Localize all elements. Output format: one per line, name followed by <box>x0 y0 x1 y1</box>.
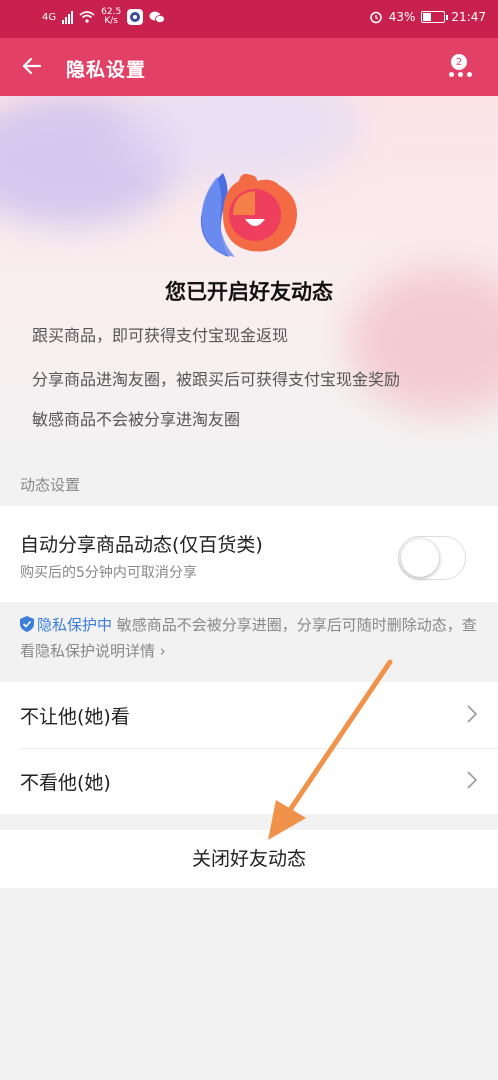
toggle-knob <box>401 539 439 577</box>
wifi-icon <box>79 11 95 23</box>
notification-badge: 2 <box>450 53 468 71</box>
battery-icon <box>421 11 449 23</box>
close-friends-feed-button[interactable]: 关闭好友动态 <box>0 830 498 888</box>
more-dots-icon <box>449 72 472 77</box>
network-speed: 62.5 K/s <box>101 8 121 26</box>
list-item-label: 不看他(她) <box>20 772 111 794</box>
status-bar: 4G 62.5 K/s 43% 21:47 <box>0 0 498 38</box>
app-bar: 隐私设置 2 <box>0 38 498 96</box>
status-right: 43% 21:47 <box>369 10 486 24</box>
battery-percent: 43% <box>388 10 416 24</box>
list-item-hide-their[interactable]: 不看他(她) <box>0 748 498 814</box>
hero-benefit-line: 分享商品进淘友圈，被跟买后可获得支付宝现金奖励 <box>32 370 401 389</box>
clock: 21:47 <box>451 10 486 24</box>
auto-share-title: 自动分享商品动态(仅百货类) <box>20 534 263 556</box>
list-item-hide-from[interactable]: 不让他(她)看 <box>0 682 498 748</box>
status-left: 4G 62.5 K/s <box>42 8 166 26</box>
hero-benefit-line: 跟买商品，即可获得支付宝现金返现 <box>32 326 289 345</box>
divider <box>20 748 498 749</box>
visibility-settings-list: 不让他(她)看 不看他(她) <box>0 682 498 814</box>
network-type: 4G <box>42 11 57 23</box>
more-menu-button[interactable]: 2 <box>449 48 484 82</box>
page-title: 隐私设置 <box>66 59 147 81</box>
chevron-right-icon <box>467 771 478 789</box>
section-label: 动态设置 <box>20 476 81 494</box>
privacy-highlight: 隐私保护中 <box>37 616 113 634</box>
app-notification-icon <box>127 9 144 25</box>
hero-banner: 您已开启好友动态 跟买商品，即可获得支付宝现金返现 分享商品进淘友圈，被跟买后可… <box>0 96 498 466</box>
hero-title: 您已开启好友动态 <box>165 280 333 304</box>
auto-share-setting: 自动分享商品动态(仅百货类) 购买后的5分钟内可取消分享 <box>0 506 498 602</box>
chevron-right-icon <box>467 705 478 723</box>
friends-feed-logo-icon <box>200 173 297 257</box>
alarm-icon <box>369 11 382 24</box>
list-item-label: 不让他(她)看 <box>20 706 130 728</box>
speed-unit: K/s <box>104 16 118 26</box>
signal-icon <box>62 10 74 24</box>
shield-check-icon <box>20 616 34 632</box>
auto-share-toggle[interactable] <box>398 536 466 580</box>
back-arrow-icon[interactable] <box>18 52 46 80</box>
privacy-note[interactable]: 隐私保护中 敏感商品不会被分享进圈，分享后可随时删除动态，查看隐私保护说明详情 … <box>20 612 480 664</box>
auto-share-subtitle: 购买后的5分钟内可取消分享 <box>20 565 197 581</box>
hero-benefit-line: 敏感商品不会被分享进淘友圈 <box>32 410 241 429</box>
battery-fill <box>423 13 432 21</box>
chevron-right-icon: › <box>159 642 166 660</box>
wechat-icon <box>149 11 166 23</box>
